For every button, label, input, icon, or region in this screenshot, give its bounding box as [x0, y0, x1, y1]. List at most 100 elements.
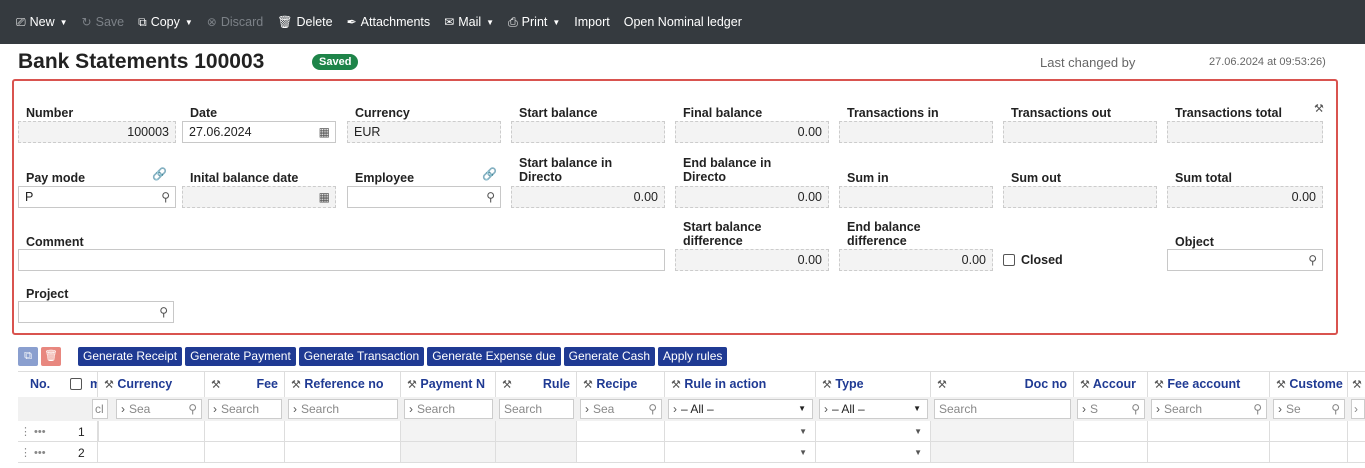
col-fee-account[interactable]: ⚒ Fee account — [1148, 372, 1270, 397]
filter-doc-no[interactable]: Search — [934, 399, 1071, 419]
transactions-in-label: Transactions in — [847, 106, 939, 120]
closed-label: Closed — [1021, 253, 1063, 267]
search-icon[interactable]: ⚲ — [648, 400, 657, 418]
chevron-right-icon: › — [409, 402, 413, 416]
header-form: Number 100003 Date 27.06.2024 ▦ Currency … — [12, 79, 1338, 335]
wrench-icon[interactable]: ⚒ — [502, 379, 512, 391]
col-reference[interactable]: ⚒ Reference no — [285, 372, 401, 397]
apply-rules-button[interactable]: Apply rules — [658, 347, 728, 366]
col-account[interactable]: ⚒ Accour — [1074, 372, 1148, 397]
wrench-icon[interactable]: ⚒ — [211, 379, 221, 391]
col-fee[interactable]: ⚒ Fee — [205, 372, 285, 397]
filter-more[interactable]: › — [1351, 399, 1365, 419]
search-icon[interactable]: ⚲ — [486, 187, 495, 207]
wrench-icon[interactable]: ⚒ — [1314, 102, 1324, 115]
copy-button[interactable]: ⧉ Copy ▼ — [138, 15, 193, 30]
employee-field[interactable]: ⚲ — [347, 186, 501, 208]
transactions-total-field — [1167, 121, 1323, 143]
filter-payment[interactable]: › Search — [404, 399, 493, 419]
chevron-right-icon: › — [121, 402, 125, 416]
date-field[interactable]: 27.06.2024 ▦ — [182, 121, 336, 143]
discard-button[interactable]: ⊗ Discard — [207, 15, 263, 29]
filter-customer[interactable]: › Se ⚲ — [1273, 399, 1345, 419]
col-doc-no[interactable]: ⚒ Doc no — [931, 372, 1074, 397]
search-icon[interactable]: ⚲ — [161, 187, 170, 207]
filter-rule-action[interactable]: › – All – ▼ — [668, 399, 813, 419]
last-changed-date: 27.06.2024 at 09:53:26) — [1209, 56, 1326, 68]
col-currency[interactable]: ⚒ Currency — [98, 372, 205, 397]
filter-account[interactable]: › S ⚲ — [1077, 399, 1145, 419]
col-type[interactable]: ⚒ Type — [816, 372, 931, 397]
filter-fee[interactable]: › Search — [208, 399, 282, 419]
caret-down-icon: ▼ — [59, 17, 68, 27]
wrench-icon[interactable]: ⚒ — [583, 379, 593, 391]
wrench-icon[interactable]: ⚒ — [1352, 379, 1362, 391]
col-no[interactable]: No.m — [18, 372, 98, 397]
mail-button[interactable]: ✉ Mail ▼ — [444, 15, 494, 29]
table-row[interactable]: ⋮ ••• 2 ▼ ▼ — [18, 442, 1365, 463]
wrench-icon[interactable]: ⚒ — [1276, 379, 1286, 391]
closed-checkbox[interactable] — [1003, 254, 1015, 266]
wrench-icon[interactable]: ⚒ — [822, 379, 832, 391]
wrench-icon[interactable]: ⚒ — [291, 379, 301, 391]
wrench-icon[interactable]: ⚒ — [671, 379, 681, 391]
table-row[interactable]: ⋮ ••• 1 ▼ ▼ — [18, 421, 1365, 442]
filter-recipe[interactable]: › Sea ⚲ — [580, 399, 662, 419]
col-recipe[interactable]: ⚒ Recipe — [577, 372, 665, 397]
generate-payment-button[interactable]: Generate Payment — [185, 347, 296, 366]
generate-transaction-button[interactable]: Generate Transaction — [298, 347, 425, 366]
delete-row-button[interactable]: 🗑 — [41, 347, 61, 366]
filter-rule[interactable]: Search — [499, 399, 574, 419]
number-field[interactable]: 100003 — [18, 121, 176, 143]
wrench-icon[interactable]: ⚒ — [104, 379, 114, 391]
filter-type[interactable]: › – All – ▼ — [819, 399, 928, 419]
pay-mode-field[interactable]: P ⚲ — [18, 186, 176, 208]
grid-header: No.m ⚒ Currency ⚒Fee ⚒ Reference no ⚒ Pa… — [18, 372, 1365, 397]
filter-m[interactable]: cl — [92, 399, 108, 419]
comment-field[interactable] — [18, 249, 665, 271]
calendar-icon[interactable]: ▦ — [319, 187, 330, 207]
generate-cash-button[interactable]: Generate Cash — [563, 347, 656, 366]
search-icon[interactable]: ⚲ — [1308, 250, 1317, 270]
end-balance-directo-label: End balance in Directo — [683, 156, 772, 184]
copy-row-button[interactable]: ⧉ — [18, 347, 38, 366]
project-field[interactable]: ⚲ — [18, 301, 174, 323]
wrench-icon[interactable]: ⚒ — [1080, 379, 1090, 391]
chevron-right-icon: › — [585, 402, 589, 416]
filter-reference[interactable]: › Search — [288, 399, 398, 419]
search-icon[interactable]: ⚲ — [159, 302, 168, 322]
search-icon[interactable]: ⚲ — [1253, 400, 1262, 418]
search-icon[interactable]: ⚲ — [188, 400, 197, 418]
new-button[interactable]: ⎚ New ▼ — [16, 15, 68, 30]
col-customer[interactable]: ⚒ Custome — [1270, 372, 1348, 397]
generate-expense-due-button[interactable]: Generate Expense due — [427, 347, 561, 366]
initial-balance-date-label: Inital balance date — [190, 171, 299, 185]
save-button[interactable]: ↻ Save — [82, 15, 125, 29]
wrench-icon[interactable]: ⚒ — [1154, 379, 1164, 391]
wrench-icon[interactable]: ⚒ — [937, 379, 947, 391]
open-nominal-ledger-button[interactable]: Open Nominal ledger — [624, 15, 742, 29]
filter-fee-account[interactable]: › Search ⚲ — [1151, 399, 1267, 419]
toolbar: ⎚ New ▼ ↻ Save ⧉ Copy ▼ ⊗ Discard 🗑 Delete ✒ Att… — [0, 0, 1365, 44]
col-more[interactable]: ⚒ — [1348, 372, 1365, 397]
col-rule[interactable]: ⚒ Rule — [496, 372, 577, 397]
start-balance-difference-label: Start balance difference — [683, 220, 762, 248]
object-field[interactable]: ⚲ — [1167, 249, 1323, 271]
calendar-icon[interactable]: ▦ — [319, 122, 330, 142]
wrench-icon[interactable]: ⚒ — [407, 379, 417, 391]
filter-currency[interactable]: › Sea ⚲ — [116, 399, 202, 419]
col-rule-action[interactable]: ⚒ Rule in action — [665, 372, 816, 397]
initial-balance-date-field[interactable]: ▦ — [182, 186, 336, 208]
delete-button[interactable]: 🗑 Delete — [277, 15, 332, 29]
select-all-checkbox[interactable] — [70, 378, 83, 390]
link-icon[interactable]: 🔗 — [152, 167, 167, 181]
generate-receipt-button[interactable]: Generate Receipt — [78, 347, 183, 366]
search-icon[interactable]: ⚲ — [1131, 400, 1140, 418]
attachments-button[interactable]: ✒ Attachments — [347, 15, 431, 29]
col-payment[interactable]: ⚒ Payment N — [401, 372, 496, 397]
link-icon[interactable]: 🔗 — [482, 167, 497, 181]
import-button[interactable]: Import — [574, 15, 609, 29]
print-button[interactable]: ⎙ Print ▼ — [508, 15, 560, 30]
search-icon[interactable]: ⚲ — [1331, 400, 1340, 418]
currency-field[interactable]: EUR — [347, 121, 501, 143]
